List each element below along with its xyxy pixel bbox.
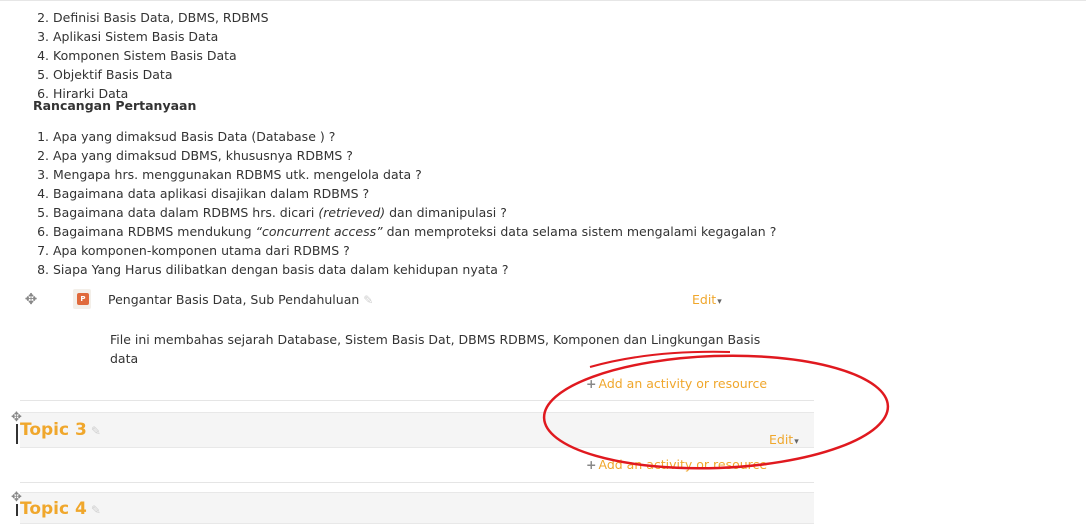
add-activity-button[interactable]: + Add an activity or resource [586, 376, 767, 391]
pencil-icon[interactable]: ✎ [363, 293, 373, 307]
topic-3-header-bar [20, 412, 814, 448]
pencil-icon[interactable]: ✎ [91, 503, 101, 517]
emphasis-text: “concurrent access” [255, 224, 383, 239]
plus-icon: + [586, 457, 597, 472]
list-item: Mengapa hrs. menggunakan RDBMS utk. meng… [53, 165, 793, 184]
list-item: Definisi Basis Data, DBMS, RDBMS [53, 8, 813, 27]
caret-down-icon: ▾ [794, 437, 799, 447]
topic-marker [16, 504, 18, 516]
move-icon[interactable]: ✥ [23, 291, 39, 307]
list-item: Apa yang dimaksud Basis Data (Database )… [53, 127, 793, 146]
topic-4-title[interactable]: Topic 4 ✎ [20, 499, 101, 519]
activity-edit-menu[interactable]: Edit▾ [692, 292, 722, 307]
list-item: Bagaimana data aplikasi disajikan dalam … [53, 184, 793, 203]
section-divider [20, 400, 814, 401]
activity-description: File ini membahas sejarah Database, Sist… [110, 332, 761, 366]
list-item: Bagaimana RDBMS mendukung “concurrent ac… [53, 222, 793, 241]
section-divider [20, 482, 814, 483]
powerpoint-file-icon: P [73, 289, 91, 309]
list-item: Apa komponen-komponen utama dari RDBMS ? [53, 241, 793, 260]
list-item: Komponen Sistem Basis Data [53, 46, 813, 65]
topic-marker [16, 424, 18, 444]
add-activity-button[interactable]: + Add an activity or resource [586, 457, 767, 472]
list-item: Siapa Yang Harus dilibatkan dengan basis… [53, 260, 793, 279]
activity-link[interactable]: Pengantar Basis Data, Sub Pendahuluan [108, 292, 359, 307]
pencil-icon[interactable]: ✎ [91, 424, 101, 438]
list-item: Apa yang dimaksud DBMS, khususnya RDBMS … [53, 146, 793, 165]
emphasis-text: (retrieved) [318, 205, 386, 220]
questions-heading: Rancangan Pertanyaan [33, 98, 197, 113]
top-divider [0, 0, 1086, 1]
caret-down-icon: ▾ [717, 297, 722, 307]
topic-4-header-bar [20, 492, 814, 524]
activity-row: ✥ P Pengantar Basis Data, Sub Pendahulua… [23, 289, 813, 313]
list-item: Bagaimana data dalam RDBMS hrs. dicari (… [53, 203, 793, 222]
list-item: Objektif Basis Data [53, 65, 813, 84]
section-topics-list: Definisi Basis Data, DBMS, RDBMS Aplikas… [33, 8, 813, 103]
list-item: Aplikasi Sistem Basis Data [53, 27, 813, 46]
topic-3-title[interactable]: Topic 3 ✎ [20, 420, 101, 440]
topic-3-edit-menu[interactable]: Edit▾ [769, 432, 799, 447]
plus-icon: + [586, 376, 597, 391]
questions-list: Apa yang dimaksud Basis Data (Database )… [33, 127, 793, 279]
